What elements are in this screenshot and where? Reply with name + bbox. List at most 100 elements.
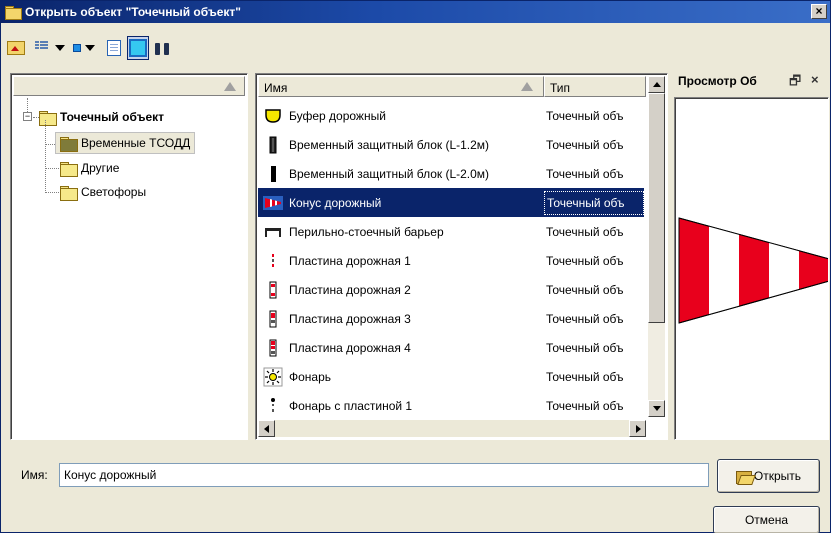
list-view-button[interactable]	[35, 36, 65, 60]
road-buffer-icon	[264, 106, 282, 125]
road-plate-3-icon	[264, 309, 282, 328]
tree-node-traffic-lights[interactable]: Светофоры	[60, 181, 146, 203]
tree-node-label: Другие	[81, 161, 120, 175]
list-item[interactable]: Временный защитный блок (L-2.0м) Точечны…	[258, 159, 644, 188]
chevron-down-icon	[85, 45, 95, 51]
object-list[interactable]: Имя Тип Буфер дорожный Точечный объ Врем…	[255, 73, 668, 440]
folder-icon	[60, 185, 78, 201]
road-plate-2-icon	[264, 280, 282, 299]
item-name: Фонарь	[289, 369, 332, 384]
close-button[interactable]: ×	[811, 4, 827, 19]
name-field[interactable]: Конус дорожный	[59, 463, 709, 487]
description-button[interactable]	[103, 36, 125, 60]
window-title: Открыть объект "Точечный объект"	[25, 5, 241, 19]
folder-open-icon	[60, 136, 78, 152]
preview-panel	[674, 97, 829, 440]
cancel-button-label: Отмена	[744, 513, 789, 527]
item-name: Пластина дорожная 3	[289, 311, 411, 326]
list-item[interactable]: Пластина дорожная 1 Точечный объ	[258, 246, 644, 275]
toolbar	[5, 34, 305, 62]
traffic-cone-preview	[678, 217, 828, 324]
protective-block-long-icon	[264, 164, 282, 183]
item-name: Конус дорожный	[289, 195, 382, 210]
icon-size-button[interactable]	[73, 36, 95, 60]
folder-up-button[interactable]	[5, 36, 27, 60]
column-name-label: Имя	[264, 81, 288, 95]
open-button[interactable]: Открыть	[717, 459, 820, 493]
item-name: Перильно-стоечный барьер	[289, 224, 444, 239]
list-item[interactable]: Пластина дорожная 3 Точечный объ	[258, 304, 644, 333]
column-header-type[interactable]: Тип	[544, 76, 646, 97]
road-plate-1-icon	[264, 251, 282, 270]
item-type: Точечный объ	[546, 340, 624, 355]
name-label: Имя:	[21, 468, 48, 482]
scroll-thumb[interactable]	[275, 420, 630, 437]
item-type: Точечный объ	[546, 166, 624, 181]
list-view-icon	[35, 41, 51, 55]
item-name: Пластина дорожная 1	[289, 253, 411, 268]
tree-node-root[interactable]: Точечный объект	[39, 106, 164, 128]
scroll-left-button[interactable]	[258, 420, 275, 437]
small-icons-icon	[73, 44, 81, 52]
tree-node-temporary-tsodd[interactable]: Временные ТСОДД	[55, 132, 196, 154]
restore-icon[interactable]: 🗗	[789, 72, 801, 94]
preview-title: Просмотр Об	[678, 74, 757, 88]
preview-toggle-button[interactable]	[127, 36, 149, 60]
tree-node-other[interactable]: Другие	[60, 157, 119, 179]
item-type: Точечный объ	[546, 224, 624, 239]
item-type: Точечный объ	[546, 369, 624, 384]
list-item-selected[interactable]: Конус дорожный Точечный объ	[258, 188, 644, 217]
title-bar: Открыть объект "Точечный объект" ×	[1, 1, 830, 23]
vertical-scrollbar[interactable]	[648, 76, 665, 417]
road-plate-4-icon	[264, 338, 282, 357]
list-item[interactable]: Буфер дорожный Точечный объ	[258, 101, 644, 130]
category-tree[interactable]: − Точечный объект Временные ТСОДД Другие…	[10, 73, 248, 440]
folder-icon	[60, 161, 78, 177]
collapse-toggle[interactable]: −	[23, 112, 32, 121]
list-item[interactable]: Временный защитный блок (L-1.2м) Точечны…	[258, 130, 644, 159]
list-item[interactable]: Фонарь Точечный объ	[258, 362, 644, 391]
folder-icon	[5, 6, 22, 20]
list-item[interactable]: Пластина дорожная 2 Точечный объ	[258, 275, 644, 304]
item-type: Точечный объ	[546, 137, 624, 152]
horizontal-scrollbar[interactable]	[258, 420, 646, 437]
scroll-down-button[interactable]	[648, 400, 665, 417]
chevron-down-icon	[55, 45, 65, 51]
open-button-label: Открыть	[753, 469, 802, 483]
list-header: Имя Тип	[258, 76, 646, 97]
item-name: Временный защитный блок (L-1.2м)	[289, 137, 490, 152]
lantern-plate-icon	[264, 396, 282, 415]
item-type: Точечный объ	[544, 190, 644, 215]
scroll-right-button[interactable]	[629, 420, 646, 437]
list-item[interactable]: Перильно-стоечный барьер Точечный объ	[258, 217, 644, 246]
item-type: Точечный объ	[546, 108, 624, 123]
scroll-thumb[interactable]	[648, 93, 665, 323]
open-object-dialog: Открыть объект "Точечный объект" × − Точ…	[0, 0, 831, 533]
cancel-button[interactable]: Отмена	[713, 506, 820, 533]
open-folder-icon	[735, 470, 752, 484]
item-type: Точечный объ	[546, 253, 624, 268]
column-header-name[interactable]: Имя	[258, 76, 544, 97]
tree-node-label: Точечный объект	[60, 110, 165, 124]
sort-ascending-icon	[521, 82, 533, 91]
railing-barrier-icon	[264, 222, 282, 241]
item-name: Буфер дорожный	[289, 108, 386, 123]
protective-block-short-icon	[264, 135, 282, 154]
scroll-up-button[interactable]	[648, 76, 665, 93]
list-item[interactable]: Фонарь с пластиной 1 Точечный объ	[258, 391, 644, 420]
tree-node-label: Временные ТСОДД	[81, 136, 191, 150]
tree-node-label: Светофоры	[81, 185, 147, 199]
sort-ascending-icon	[224, 82, 236, 91]
item-name: Пластина дорожная 2	[289, 282, 411, 297]
item-type: Точечный объ	[546, 398, 624, 413]
item-name: Временный защитный блок (L-2.0м)	[289, 166, 490, 181]
folder-icon	[39, 110, 57, 126]
list-item[interactable]: Пластина дорожная 4 Точечный объ	[258, 333, 644, 362]
close-preview-button[interactable]: ×	[811, 72, 819, 87]
tree-header[interactable]	[13, 76, 245, 96]
binoculars-icon	[155, 41, 169, 55]
search-button[interactable]	[151, 36, 173, 60]
lantern-icon	[263, 367, 283, 386]
item-name: Фонарь с пластиной 1	[289, 398, 413, 413]
folder-up-icon	[7, 41, 25, 55]
